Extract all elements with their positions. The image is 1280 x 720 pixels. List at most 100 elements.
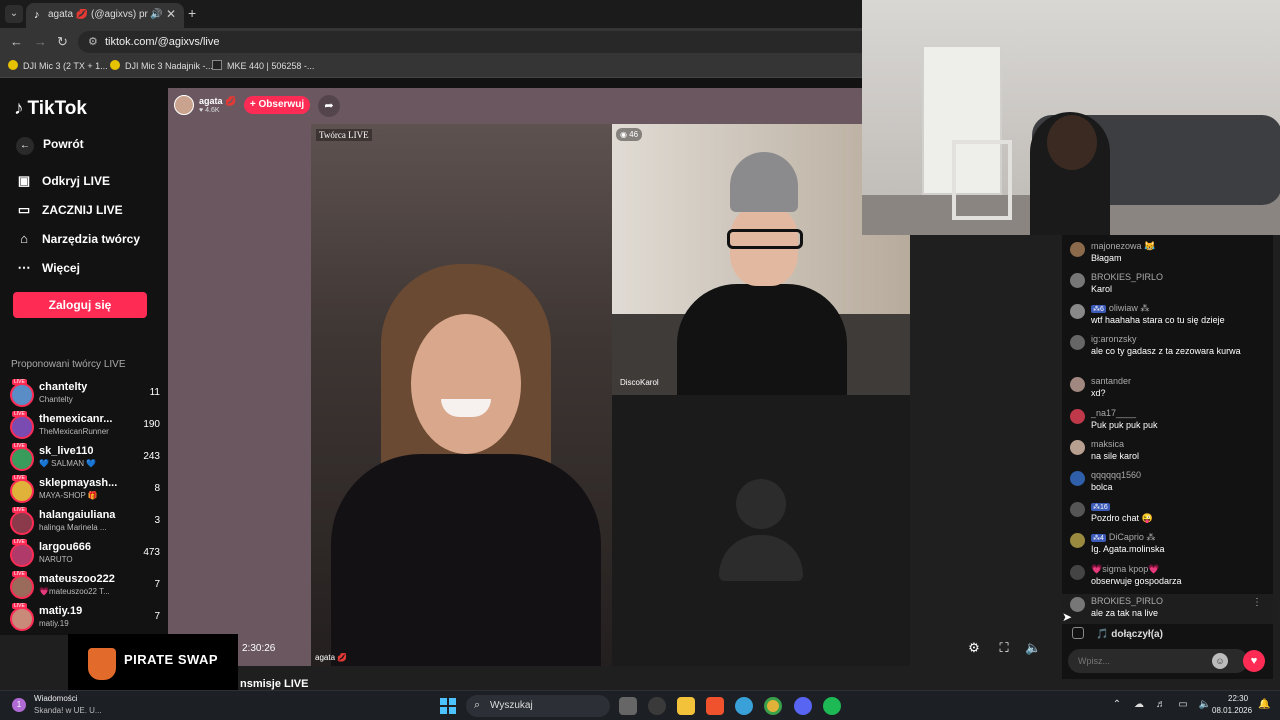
bookmark-icon bbox=[110, 60, 120, 70]
sidebar-item-start-live[interactable]: ▭ ZACZNIJ LIVE bbox=[16, 202, 123, 222]
obs-icon[interactable] bbox=[648, 697, 666, 715]
host-name[interactable]: agata 💋 bbox=[199, 96, 236, 107]
live-chat-panel: majonezowa 😹 Błagam BROKIES_PIRLO Karol ⁂6… bbox=[1062, 235, 1273, 679]
creator-name: halangaiuliana bbox=[39, 509, 116, 521]
viewer-count: 7 bbox=[154, 579, 160, 590]
chat-text: Karol bbox=[1091, 284, 1113, 294]
video-camera-icon: ▭ bbox=[17, 202, 31, 217]
url-field[interactable]: ⚙ tiktok.com/@agixvs/live bbox=[78, 31, 862, 53]
suggested-creator[interactable]: LIVE themexicanr... TheMexicanRunner 190 bbox=[10, 411, 160, 443]
close-tab-icon[interactable]: ✕ bbox=[166, 7, 176, 21]
taskbar-search[interactable]: ⌕ Wyszukaj bbox=[466, 695, 610, 717]
brave-icon[interactable] bbox=[706, 697, 724, 715]
user-level-badge: ⁂6 bbox=[1091, 305, 1106, 313]
share-icon[interactable]: ➦ bbox=[318, 95, 340, 117]
gift-heart-icon[interactable]: ♥ bbox=[1243, 650, 1265, 672]
page-right-strip bbox=[1273, 235, 1280, 690]
creator-subtitle: TheMexicanRunner bbox=[39, 427, 109, 436]
chat-text: Ig. Agata.molinska bbox=[1091, 544, 1165, 554]
tiktok-logo[interactable]: ♪ TikTok bbox=[14, 98, 87, 120]
bookmark-icon bbox=[212, 60, 222, 70]
section-heading: nsmisje LIVE bbox=[240, 678, 309, 690]
clock-time[interactable]: 22:30 bbox=[1228, 694, 1248, 703]
sidebar-item-creator-tools[interactable]: ⌂ Narzędzia twórcy bbox=[16, 231, 140, 251]
suggested-creator[interactable]: LIVE largou666 NARUTO 473 bbox=[10, 539, 160, 571]
suggested-creator[interactable]: LIVE sk_live110 💙 SALMAN 💙 243 bbox=[10, 443, 160, 475]
creator-subtitle: MAYA-SHOP 🎁 bbox=[39, 491, 98, 500]
bookmark-item[interactable]: DJI Mic 3 (2 TX + 1... bbox=[8, 60, 108, 71]
volume-icon[interactable]: 🔈 bbox=[1198, 699, 1212, 710]
suggested-creator[interactable]: LIVE matiy.19 matiy.19 7 bbox=[10, 603, 160, 635]
emoji-icon[interactable]: ☺ bbox=[1212, 653, 1228, 669]
notification-bell-icon[interactable]: 🔔 bbox=[1258, 699, 1270, 710]
avatar bbox=[10, 607, 34, 631]
task-view-icon[interactable] bbox=[619, 697, 637, 715]
spotify-icon[interactable] bbox=[823, 697, 841, 715]
suggested-creator[interactable]: LIVE sklepmayash... MAYA-SHOP 🎁 8 bbox=[10, 475, 160, 507]
reload-icon[interactable]: ↻ bbox=[57, 34, 68, 50]
suggested-creator[interactable]: LIVE chantelty Chantelty 11 bbox=[10, 379, 160, 411]
viewer-count: 473 bbox=[143, 547, 160, 558]
creator-name: chantelty bbox=[39, 381, 88, 393]
chrome-icon[interactable] bbox=[764, 697, 782, 715]
discord-icon[interactable] bbox=[794, 697, 812, 715]
network-icon[interactable]: ▭ bbox=[1176, 699, 1190, 710]
pirate-swap-overlay: PIRATE SWAP bbox=[68, 634, 238, 694]
fullscreen-icon[interactable]: ⛶ bbox=[996, 640, 1012, 656]
capcut-icon[interactable] bbox=[735, 697, 753, 715]
avatar bbox=[10, 543, 34, 567]
site-info-icon[interactable]: ⚙ bbox=[88, 35, 98, 48]
bookmarks-bar: DJI Mic 3 (2 TX + 1... DJI Mic 3 Nadajni… bbox=[0, 56, 862, 78]
creator-live-label: Twórca LIVE bbox=[316, 129, 372, 141]
viewer-count-badge: ◉ 46 bbox=[616, 128, 642, 141]
search-icon: ⌕ bbox=[474, 699, 481, 711]
chat-text: wtf haahaha stara co tu się dzieje bbox=[1091, 315, 1225, 325]
avatar bbox=[1070, 502, 1085, 517]
start-button[interactable] bbox=[440, 698, 456, 714]
forward-arrow-icon[interactable]: → bbox=[34, 34, 47, 49]
person-placeholder-icon bbox=[719, 535, 803, 581]
webcam-video-shape bbox=[952, 140, 1012, 220]
host-avatar[interactable] bbox=[174, 95, 194, 115]
speaker-icon[interactable]: 🔊 bbox=[150, 9, 162, 20]
chevron-up-icon[interactable]: ⌃ bbox=[1110, 699, 1124, 710]
browser-tab[interactable]: ♪ agata 💋 (@agixvs) prowadzi 🔊 ✕ bbox=[26, 3, 184, 28]
volume-icon[interactable]: 🔈 bbox=[1025, 640, 1041, 656]
tab-search-icon[interactable]: ⌄ bbox=[5, 5, 23, 23]
login-button[interactable]: Zaloguj się bbox=[13, 292, 147, 318]
avatar bbox=[10, 511, 34, 535]
person-placeholder-icon bbox=[736, 479, 786, 529]
chat-username: ⁂4 DiCaprio ⁂ bbox=[1091, 532, 1156, 542]
avatar bbox=[1070, 565, 1085, 580]
back-arrow-icon[interactable]: ← bbox=[10, 34, 23, 49]
viewer-count: 7 bbox=[154, 611, 160, 622]
more-vertical-icon[interactable]: ⋮ bbox=[1252, 597, 1262, 608]
bookmark-item[interactable]: DJI Mic 3 Nadajnik -... bbox=[110, 60, 213, 71]
mouse-cursor-icon: ➤ bbox=[1062, 610, 1073, 624]
back-button[interactable]: ← Powrót bbox=[16, 137, 84, 157]
suggested-creator[interactable]: LIVE halangaiuliana halinga Marinela ... 3 bbox=[10, 507, 160, 539]
live-badge: LIVE bbox=[12, 411, 27, 417]
join-notification: 🎵 dołączył(a) bbox=[1072, 627, 1163, 640]
sidebar-item-more[interactable]: ⋯ Więcej bbox=[16, 260, 80, 280]
settings-icon[interactable]: ⚙ bbox=[966, 640, 982, 656]
bookmark-item[interactable]: MKE 440 | 506258 -... bbox=[212, 60, 314, 71]
viewer-count: 243 bbox=[143, 451, 160, 462]
clock-date[interactable]: 08.01.2026 bbox=[1212, 706, 1252, 715]
file-explorer-icon[interactable] bbox=[677, 697, 695, 715]
new-tab-icon[interactable]: + bbox=[188, 5, 196, 21]
empty-guest-slot[interactable] bbox=[612, 395, 910, 666]
follow-button[interactable]: + Obserwuj bbox=[244, 96, 310, 114]
host-video-shape bbox=[331, 454, 601, 666]
suggested-creator[interactable]: LIVE mateuszoo222 💗mateuszoo22 T... 7 bbox=[10, 571, 160, 603]
tiktok-favicon-icon: ♪ bbox=[34, 9, 40, 21]
pirate-swap-text: PIRATE SWAP bbox=[124, 652, 219, 667]
creator-subtitle: Chantelty bbox=[39, 395, 73, 404]
widget-title: Wiadomości bbox=[34, 694, 78, 703]
viewer-count: 3 bbox=[154, 515, 160, 526]
creator-subtitle: matiy.19 bbox=[39, 619, 69, 628]
cloud-icon[interactable]: ☁ bbox=[1132, 699, 1146, 710]
avatar bbox=[1070, 597, 1085, 612]
microphone-icon[interactable]: ♬ bbox=[1154, 699, 1168, 710]
sidebar-item-discover-live[interactable]: ▣ Odkryj LIVE bbox=[16, 173, 110, 193]
